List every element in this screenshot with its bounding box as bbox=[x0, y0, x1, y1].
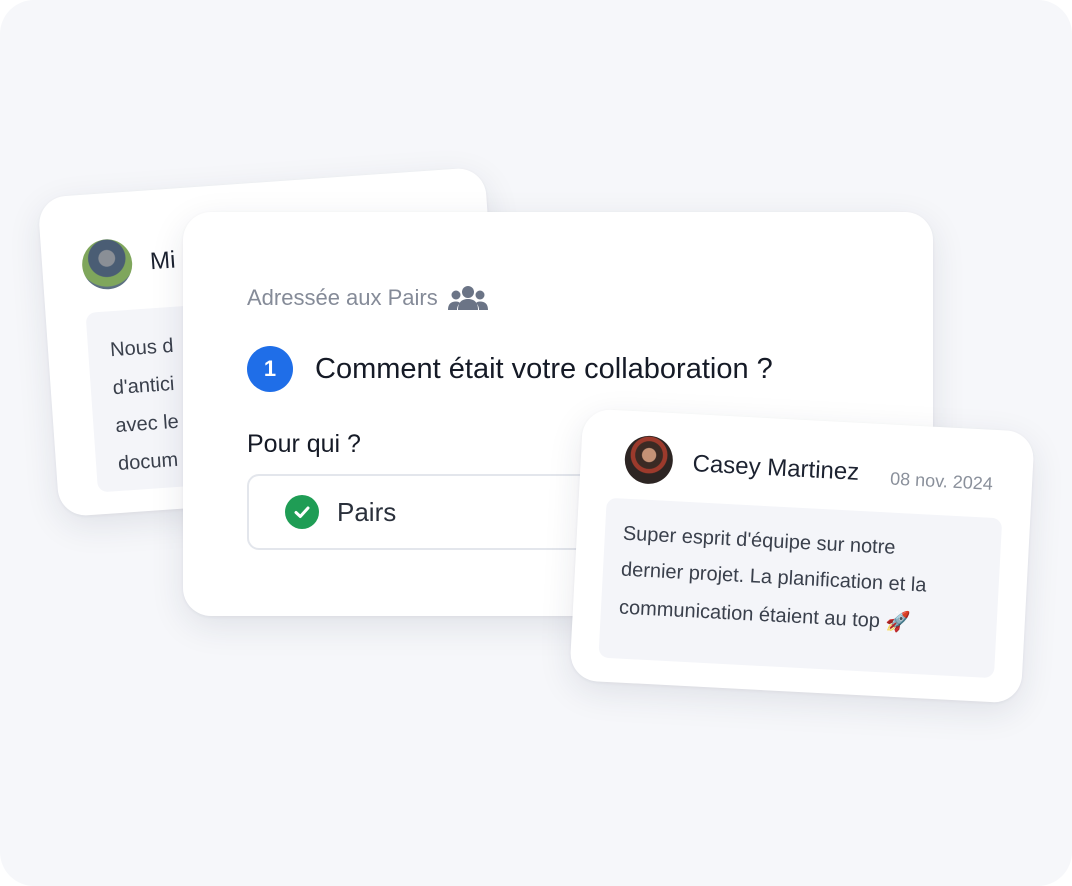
comment-date: 08 nov. 2024 bbox=[889, 468, 994, 494]
check-circle-icon bbox=[285, 495, 319, 529]
feedback-line: Nous d bbox=[109, 334, 175, 362]
stage: Mi Nous d d'antici avec le docum Adressé… bbox=[0, 0, 1072, 886]
question-row: 1 Comment était votre collaboration ? bbox=[247, 346, 773, 392]
group-icon bbox=[447, 284, 488, 312]
feedback-line: d'antici bbox=[112, 372, 176, 400]
avatar bbox=[80, 237, 134, 291]
comment-line: communication étaient au top 🚀 bbox=[618, 596, 911, 634]
question-title: Comment était votre collaboration ? bbox=[315, 352, 773, 385]
comment-text-box: Super esprit d'équipe sur notre dernier … bbox=[598, 497, 1003, 679]
comment-line: Super esprit d'équipe sur notre bbox=[622, 522, 897, 559]
feedback-line: avec le bbox=[114, 410, 180, 438]
feedback-line: docum bbox=[117, 448, 179, 476]
avatar bbox=[623, 434, 675, 486]
selected-option: Pairs bbox=[337, 496, 397, 527]
audience-label: Adressée aux Pairs bbox=[247, 284, 488, 312]
for-whom-label: Pour qui ? bbox=[247, 430, 361, 458]
question-number-badge: 1 bbox=[247, 346, 293, 392]
comment-line: dernier projet. La planification et la bbox=[620, 558, 927, 597]
audience-label-text: Adressée aux Pairs bbox=[247, 285, 438, 310]
comment-card: Casey Martinez 08 nov. 2024 Super esprit… bbox=[569, 408, 1035, 704]
comment-author: Casey Martinez bbox=[691, 450, 860, 486]
author-name: Mi bbox=[149, 246, 177, 276]
